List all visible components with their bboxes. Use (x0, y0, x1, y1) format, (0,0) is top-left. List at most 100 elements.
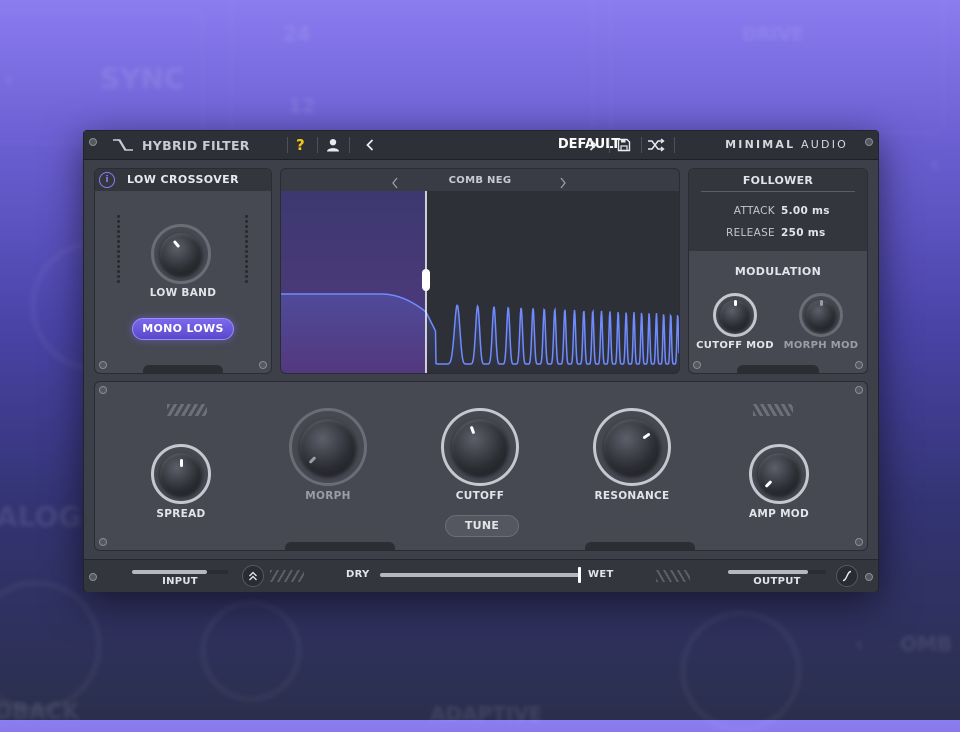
chevron-right-icon[interactable] (589, 131, 597, 159)
low-band-knob[interactable] (151, 224, 211, 284)
resonance-knob[interactable] (593, 408, 671, 486)
background-label: ADAPTIVE (430, 702, 543, 726)
help-button[interactable]: ? (296, 131, 305, 159)
background-knob (680, 610, 802, 732)
background-pane (230, 0, 594, 134)
screw (865, 138, 873, 146)
tune-button[interactable]: TUNE (445, 515, 519, 537)
decorative-stripes (270, 570, 304, 582)
divider (701, 191, 855, 192)
knob-cap (604, 419, 660, 475)
attack-label: ATTACK (733, 205, 775, 217)
morph-mod-knob[interactable] (799, 293, 843, 337)
knob-indicator (820, 300, 823, 306)
knob-cap (452, 419, 508, 475)
low-band-label: LOW BAND (149, 287, 217, 299)
amp-mod-knob[interactable] (749, 444, 809, 504)
knob-indicator (734, 300, 737, 306)
level-meter-right (245, 215, 249, 285)
knob-cap (758, 453, 800, 495)
knob-cap (160, 233, 202, 275)
shuffle-icon[interactable] (647, 131, 665, 159)
main-filter-panel: SPREAD MORPH CUTOFF TUNE RESONANCE AMP M… (94, 381, 868, 551)
output-curve-button[interactable] (836, 565, 858, 587)
screw (99, 386, 107, 394)
release-value[interactable]: 250 ms (781, 227, 826, 239)
background-knob (0, 580, 102, 712)
spread-knob[interactable] (151, 444, 211, 504)
morph-knob[interactable] (289, 408, 367, 486)
follower-panel: FOLLOWER ATTACK 5.00 ms RELEASE 250 ms M… (688, 168, 868, 374)
dry-wet-handle[interactable] (577, 567, 581, 583)
screw (99, 361, 107, 369)
mono-lows-button[interactable]: MONO LOWS (132, 318, 234, 340)
panel-tab (143, 365, 223, 373)
bottom-bar: INPUT DRY WET OUTPUT (84, 559, 878, 592)
input-expand-button[interactable] (242, 565, 264, 587)
chevron-left-icon[interactable] (391, 174, 399, 193)
cutoff-knob[interactable] (441, 408, 519, 486)
double-chevron-up-icon (249, 571, 257, 581)
resonance-label: RESONANCE (594, 490, 670, 502)
output-gain-slider[interactable] (728, 570, 826, 574)
screw (99, 538, 107, 546)
chevron-left-icon[interactable] (366, 131, 374, 159)
panel-tab (585, 542, 695, 550)
divider (317, 137, 318, 153)
level-meter-left (117, 215, 121, 285)
filter-logo-icon (112, 131, 134, 159)
background-label: DRIVE (742, 24, 804, 45)
screw (89, 573, 97, 581)
screw (693, 361, 701, 369)
follower-title: FOLLOWER (742, 174, 814, 187)
screw (855, 538, 863, 546)
dry-wet-fill (380, 573, 580, 577)
wet-label: WET (588, 569, 614, 580)
low-crossover-panel: LOW CROSSOVER i LOW BAND MONO LOWS (94, 168, 272, 374)
cutoff-mod-knob[interactable] (713, 293, 757, 337)
filter-response-graph (281, 169, 679, 373)
filter-display[interactable]: COMB NEG (280, 168, 680, 374)
morph-label: MORPH (305, 490, 351, 502)
screw (89, 138, 97, 146)
panel-tab (737, 365, 819, 373)
plugin-title: HYBRID FILTER (142, 137, 250, 153)
info-icon[interactable]: i (99, 172, 115, 188)
screw (259, 361, 267, 369)
background-label: ALOG (0, 500, 82, 533)
modulation-title: MODULATION (734, 265, 822, 278)
input-gain-slider[interactable] (132, 570, 228, 574)
knob-indicator (180, 459, 183, 467)
screw (865, 573, 873, 581)
divider (349, 137, 350, 153)
cutoff-mod-label: CUTOFF MOD (696, 340, 774, 351)
decorative-stripes (167, 404, 207, 416)
background-pane (610, 0, 944, 134)
attack-value[interactable]: 5.00 ms (781, 205, 830, 217)
top-bar: HYBRID FILTER ? DEFAULT MINIMAL AUDIO (84, 131, 878, 160)
input-gain-fill (132, 570, 207, 574)
dry-wet-slider[interactable] (380, 567, 582, 583)
user-icon[interactable] (326, 131, 340, 159)
divider (609, 137, 610, 153)
screw (855, 361, 863, 369)
save-icon[interactable] (617, 131, 631, 159)
morph-mod-label: MORPH MOD (783, 340, 859, 351)
background-label: 24 (283, 22, 311, 46)
chevron-right-icon[interactable] (559, 174, 567, 193)
output-label: OUTPUT (753, 576, 801, 587)
screw (855, 386, 863, 394)
dry-label: DRY (346, 569, 370, 580)
decorative-stripes (753, 404, 793, 416)
input-label: INPUT (162, 576, 198, 587)
background-label: 12 (288, 94, 316, 118)
s-curve-icon (842, 570, 852, 582)
divider (287, 137, 288, 153)
divider (641, 137, 642, 153)
brand-logo: MINIMAL AUDIO (725, 138, 848, 151)
background-label: OMB (900, 632, 953, 656)
low-crossover-title: LOW CROSSOVER (95, 169, 271, 191)
background-chevron-left-icon: ‹ (855, 632, 864, 656)
divider (674, 137, 675, 153)
knob-cap (300, 419, 356, 475)
